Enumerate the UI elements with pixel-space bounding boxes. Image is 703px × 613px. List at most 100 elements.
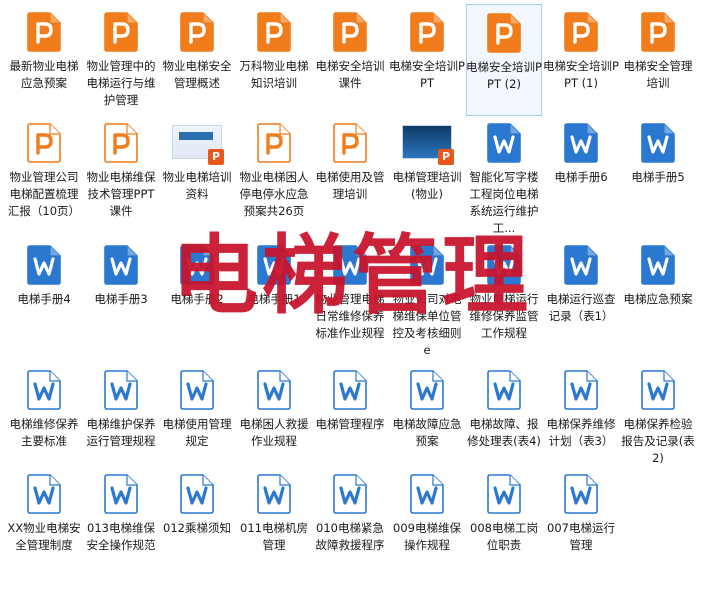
file-item[interactable]: XX物业电梯安全管理制度 [6,466,82,578]
file-name-label: 电梯手册4 [17,292,71,306]
file-name-label: 物业管理公司电梯配置梳理汇报（10页） [7,170,81,218]
file-item[interactable]: 物业电梯运行维修保养监管工作规程 [466,237,542,349]
word-document-icon [564,370,598,410]
file-item[interactable]: 电梯手册2 [159,237,235,349]
word-document-icon [410,474,444,514]
file-item[interactable]: 011电梯机房管理 [236,466,312,578]
file-item[interactable]: 电梯安全培训PPT [389,4,465,116]
file-name-label: 010电梯紧急故障救援程序 [315,521,385,552]
file-name-label: 物业电梯维保技术管理PPT课件 [86,170,156,218]
file-item[interactable]: P 物业电梯培训资料 [159,115,235,227]
file-item[interactable]: 电梯应急预案 [620,237,696,349]
file-name-label: 013电梯维保安全操作规范 [86,521,156,552]
file-item[interactable]: 物业管理电梯日常维修保养标准作业规程 [312,237,388,349]
file-item[interactable]: 电梯故障应急预案 [389,362,465,474]
file-item[interactable]: 007电梯运行管理 [543,466,619,578]
file-item[interactable]: 万科物业电梯知识培训 [236,4,312,116]
word-document-icon [104,370,138,410]
file-item[interactable]: 智能化写字楼工程岗位电梯系统运行维护工... [466,115,542,235]
file-item[interactable]: 电梯安全管理培训 [620,4,696,116]
word-document-icon [487,245,521,285]
file-name-label: 物业电梯培训资料 [162,170,232,201]
word-document-icon [257,245,291,285]
word-document-icon [410,370,444,410]
file-name-label: 电梯使用管理规定 [162,417,232,448]
file-name-label: 电梯维修保养主要标准 [9,417,79,448]
file-name-label: 电梯使用及管理培训 [315,170,385,201]
file-item[interactable]: 电梯故障、报修处理表(表4) [466,362,542,474]
file-name-label: 电梯安全培训PPT (2) [466,60,542,91]
presentation-thumbnail-icon: P [402,125,454,165]
file-item[interactable]: 物业公司对电梯维保单位管控及考核细则e [389,237,465,357]
file-item[interactable]: 物业管理公司电梯配置梳理汇报（10页） [6,115,82,227]
powerpoint-file-icon [257,12,291,52]
file-name-label: 最新物业电梯应急预案 [9,59,79,90]
powerpoint-file-icon [180,12,214,52]
word-document-icon [487,123,521,163]
word-document-icon [180,245,214,285]
file-name-label: 电梯运行巡查记录（表1） [546,292,616,323]
powerpoint-file-icon [27,123,61,163]
file-name-label: 电梯手册3 [94,292,148,306]
file-item[interactable]: 电梯使用及管理培训 [312,115,388,227]
file-item[interactable]: 电梯安全培训PPT (1) [543,4,619,116]
file-item[interactable]: 电梯困人救援作业规程 [236,362,312,474]
powerpoint-file-icon [104,12,138,52]
file-item[interactable]: P 电梯管理培训(物业) [389,115,465,227]
word-document-icon [641,245,675,285]
word-document-icon [564,245,598,285]
word-document-icon [564,123,598,163]
powerpoint-file-icon [564,12,598,52]
file-name-label: 电梯维护保养运行管理规程 [86,417,156,448]
powerpoint-file-icon [333,12,367,52]
file-item[interactable]: 电梯保养维修计划（表3） [543,362,619,474]
file-name-label: 009电梯维保操作规程 [393,521,461,552]
file-name-label: 物业管理电梯日常维修保养标准作业规程 [315,292,385,340]
powerpoint-file-icon [333,123,367,163]
file-item[interactable]: 电梯维护保养运行管理规程 [83,362,159,474]
file-item[interactable]: 物业电梯维保技术管理PPT课件 [83,115,159,227]
powerpoint-file-icon [257,123,291,163]
file-grid: 最新物业电梯应急预案 物业管理中的电梯运行与维护管理 物业电梯安全管理概述 万科物业电… [0,0,703,613]
file-name-label: 011电梯机房管理 [240,521,308,552]
file-name-label: 008电梯工岗位职责 [470,521,538,552]
file-item[interactable]: 电梯保养检验报告及记录(表2) [620,362,696,474]
file-item[interactable]: 008电梯工岗位职责 [466,466,542,578]
word-document-icon [27,245,61,285]
file-item[interactable]: 电梯安全培训课件 [312,4,388,116]
file-item[interactable]: 013电梯维保安全操作规范 [83,466,159,578]
file-item[interactable]: 电梯维修保养主要标准 [6,362,82,474]
file-name-label: 物业公司对电梯维保单位管控及考核细则e [392,292,462,357]
file-item[interactable]: 电梯安全培训PPT (2) [466,4,542,116]
word-document-icon [333,474,367,514]
word-document-icon [641,123,675,163]
file-item[interactable]: 电梯手册6 [543,115,619,227]
file-name-label: 电梯安全培训PPT [389,59,465,90]
file-name-label: 电梯安全管理培训 [623,59,693,90]
file-item[interactable]: 电梯运行巡查记录（表1） [543,237,619,349]
file-item[interactable]: 电梯手册3 [83,237,159,349]
file-name-label: 电梯安全培训PPT (1) [543,59,619,90]
file-item[interactable]: 最新物业电梯应急预案 [6,4,82,116]
file-name-label: 物业电梯运行维修保养监管工作规程 [469,292,539,340]
word-document-icon [410,245,444,285]
file-item[interactable]: 物业管理中的电梯运行与维护管理 [83,4,159,116]
word-document-icon [333,245,367,285]
powerpoint-file-icon [641,12,675,52]
file-item[interactable]: 电梯手册4 [6,237,82,349]
file-name-label: 物业管理中的电梯运行与维护管理 [86,59,156,107]
file-item[interactable]: 物业电梯困人停电停水应急预案共26页 [236,115,312,227]
file-name-label: 012乘梯须知 [163,521,231,535]
file-item[interactable]: 物业电梯安全管理概述 [159,4,235,116]
file-item[interactable]: 电梯管理程序 [312,362,388,474]
file-item[interactable]: 电梯手册1 [236,237,312,349]
word-document-icon [333,370,367,410]
file-item[interactable]: 010电梯紧急故障救援程序 [312,466,388,578]
file-item[interactable]: 012乘梯须知 [159,466,235,578]
file-name-label: 电梯应急预案 [623,292,693,306]
word-document-icon [27,474,61,514]
powerpoint-file-icon [104,123,138,163]
file-item[interactable]: 电梯手册5 [620,115,696,227]
file-item[interactable]: 009电梯维保操作规程 [389,466,465,578]
file-item[interactable]: 电梯使用管理规定 [159,362,235,474]
